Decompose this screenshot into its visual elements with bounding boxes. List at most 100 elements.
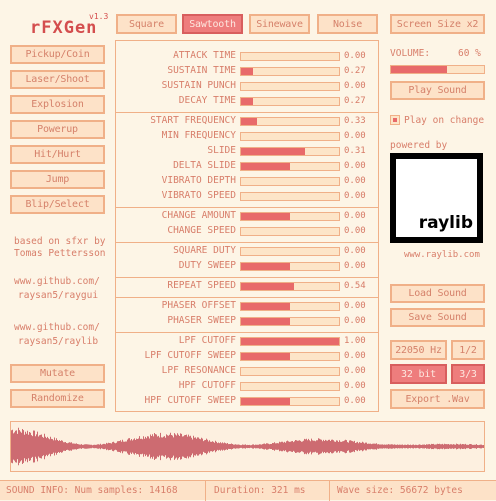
param-fill-delta-slide xyxy=(241,163,290,170)
param-group-divider xyxy=(116,332,378,333)
raylib-url[interactable]: www.raylib.com xyxy=(404,250,480,260)
tab-sinewave[interactable]: Sinewave xyxy=(249,14,310,34)
param-slider-duty-sweep[interactable] xyxy=(240,262,340,271)
param-label-hpf-cutoff: HPF CUTOFF xyxy=(178,380,236,391)
param-label-slide: SLIDE xyxy=(207,145,236,156)
param-slider-lpf-cutoff-sweep[interactable] xyxy=(240,352,340,361)
status-divider-1 xyxy=(205,481,206,501)
param-slider-vibrato-depth[interactable] xyxy=(240,177,340,186)
param-label-change-amount: CHANGE AMOUNT xyxy=(161,210,236,221)
param-slider-vibrato-speed[interactable] xyxy=(240,192,340,201)
param-slider-start-frequency[interactable] xyxy=(240,117,340,126)
tab-square[interactable]: Square xyxy=(116,14,177,34)
param-label-duty-sweep: DUTY SWEEP xyxy=(178,260,236,271)
param-slider-attack-time[interactable] xyxy=(240,52,340,61)
waveform-path xyxy=(11,427,484,466)
param-value-phaser-offset: 0.00 xyxy=(344,301,366,311)
randomize-button[interactable]: Randomize xyxy=(10,389,105,408)
param-value-vibrato-speed: 0.00 xyxy=(344,191,366,201)
param-slider-lpf-resonance[interactable] xyxy=(240,367,340,376)
param-fill-start-frequency xyxy=(241,118,257,125)
param-slider-square-duty[interactable] xyxy=(240,247,340,256)
param-slider-decay-time[interactable] xyxy=(240,97,340,106)
param-slider-delta-slide[interactable] xyxy=(240,162,340,171)
param-slider-sustain-time[interactable] xyxy=(240,67,340,76)
param-value-duty-sweep: 0.00 xyxy=(344,261,366,271)
status-divider-2 xyxy=(329,481,330,501)
raylib-link-line1[interactable]: www.github.com/ xyxy=(14,322,100,333)
preset-powerup[interactable]: Powerup xyxy=(10,120,105,139)
param-slider-change-amount[interactable] xyxy=(240,212,340,221)
param-value-lpf-cutoff: 1.00 xyxy=(344,336,366,346)
param-label-start-frequency: START FREQUENCY xyxy=(150,115,236,126)
status-bar: SOUND INFO: Num samples: 14168 Duration:… xyxy=(0,480,496,501)
raylib-link-line2[interactable]: raysan5/raylib xyxy=(18,336,98,347)
param-slider-hpf-cutoff-sweep[interactable] xyxy=(240,397,340,406)
volume-fill xyxy=(391,66,447,73)
status-duration: Duration: 321 ms xyxy=(214,485,306,496)
param-group-divider xyxy=(116,277,378,278)
param-fill-hpf-cutoff-sweep xyxy=(241,398,290,405)
preset-jump[interactable]: Jump xyxy=(10,170,105,189)
raygui-link-line2[interactable]: raysan5/raygui xyxy=(18,290,98,301)
param-value-square-duty: 0.00 xyxy=(344,246,366,256)
sample-rate-button[interactable]: 22050 Hz xyxy=(390,340,447,360)
param-label-repeat-speed: REPEAT SPEED xyxy=(167,280,236,291)
play-on-change-checkbox[interactable] xyxy=(390,115,400,125)
param-fill-phaser-sweep xyxy=(241,318,290,325)
checkbox-check-icon xyxy=(393,118,397,122)
param-slider-phaser-sweep[interactable] xyxy=(240,317,340,326)
param-slider-sustain-punch[interactable] xyxy=(240,82,340,91)
param-slider-change-speed[interactable] xyxy=(240,227,340,236)
param-label-attack-time: ATTACK TIME xyxy=(173,50,236,61)
bit-depth-cycle-button[interactable]: 3/3 xyxy=(451,364,485,384)
save-sound-button[interactable]: Save Sound xyxy=(390,308,485,327)
credits-line2: Tomas Pettersson xyxy=(14,248,106,259)
tab-noise[interactable]: Noise xyxy=(317,14,378,34)
preset-blip-select[interactable]: Blip/Select xyxy=(10,195,105,214)
param-fill-lpf-cutoff xyxy=(241,338,339,345)
preset-laser-shoot[interactable]: Laser/Shoot xyxy=(10,70,105,89)
sample-rate-cycle-button[interactable]: 1/2 xyxy=(451,340,485,360)
param-value-hpf-cutoff-sweep: 0.00 xyxy=(344,396,366,406)
bit-depth-button[interactable]: 32 bit xyxy=(390,364,447,384)
tab-sawtooth[interactable]: Sawtooth xyxy=(182,14,243,34)
raylib-logo[interactable]: raylib xyxy=(390,153,483,243)
param-slider-slide[interactable] xyxy=(240,147,340,156)
param-label-lpf-cutoff-sweep: LPF CUTOFF SWEEP xyxy=(144,350,236,361)
mutate-button[interactable]: Mutate xyxy=(10,364,105,383)
preset-pickup-coin[interactable]: Pickup/Coin xyxy=(10,45,105,64)
param-value-hpf-cutoff: 0.00 xyxy=(344,381,366,391)
load-sound-button[interactable]: Load Sound xyxy=(390,284,485,303)
preset-hit-hurt[interactable]: Hit/Hurt xyxy=(10,145,105,164)
param-label-lpf-cutoff: LPF CUTOFF xyxy=(178,335,236,346)
preset-explosion[interactable]: Explosion xyxy=(10,95,105,114)
powered-by-label: powered by xyxy=(390,140,448,151)
screen-size-button[interactable]: Screen Size x2 xyxy=(390,14,485,34)
param-slider-lpf-cutoff[interactable] xyxy=(240,337,340,346)
export-wav-button[interactable]: Export .Wav xyxy=(390,389,485,409)
status-samples: SOUND INFO: Num samples: 14168 xyxy=(6,485,178,496)
param-value-slide: 0.31 xyxy=(344,146,366,156)
param-value-delta-slide: 0.00 xyxy=(344,161,366,171)
param-slider-phaser-offset[interactable] xyxy=(240,302,340,311)
status-wave-size: Wave size: 56672 bytes xyxy=(337,485,463,496)
param-label-decay-time: DECAY TIME xyxy=(178,95,236,106)
param-label-hpf-cutoff-sweep: HPF CUTOFF SWEEP xyxy=(144,395,236,406)
param-label-lpf-resonance: LPF RESONANCE xyxy=(161,365,236,376)
param-label-square-duty: SQUARE DUTY xyxy=(173,245,236,256)
play-sound-button[interactable]: Play Sound xyxy=(390,81,485,100)
param-fill-lpf-cutoff-sweep xyxy=(241,353,290,360)
param-fill-repeat-speed xyxy=(241,283,294,290)
param-slider-repeat-speed[interactable] xyxy=(240,282,340,291)
raygui-link-line1[interactable]: www.github.com/ xyxy=(14,276,100,287)
param-slider-min-frequency[interactable] xyxy=(240,132,340,141)
param-group-divider xyxy=(116,112,378,113)
param-group-divider xyxy=(116,207,378,208)
param-label-vibrato-speed: VIBRATO SPEED xyxy=(161,190,236,201)
volume-slider[interactable] xyxy=(390,65,485,74)
param-slider-hpf-cutoff[interactable] xyxy=(240,382,340,391)
param-fill-phaser-offset xyxy=(241,303,290,310)
waveform-graph xyxy=(11,427,484,466)
param-value-attack-time: 0.00 xyxy=(344,51,366,61)
